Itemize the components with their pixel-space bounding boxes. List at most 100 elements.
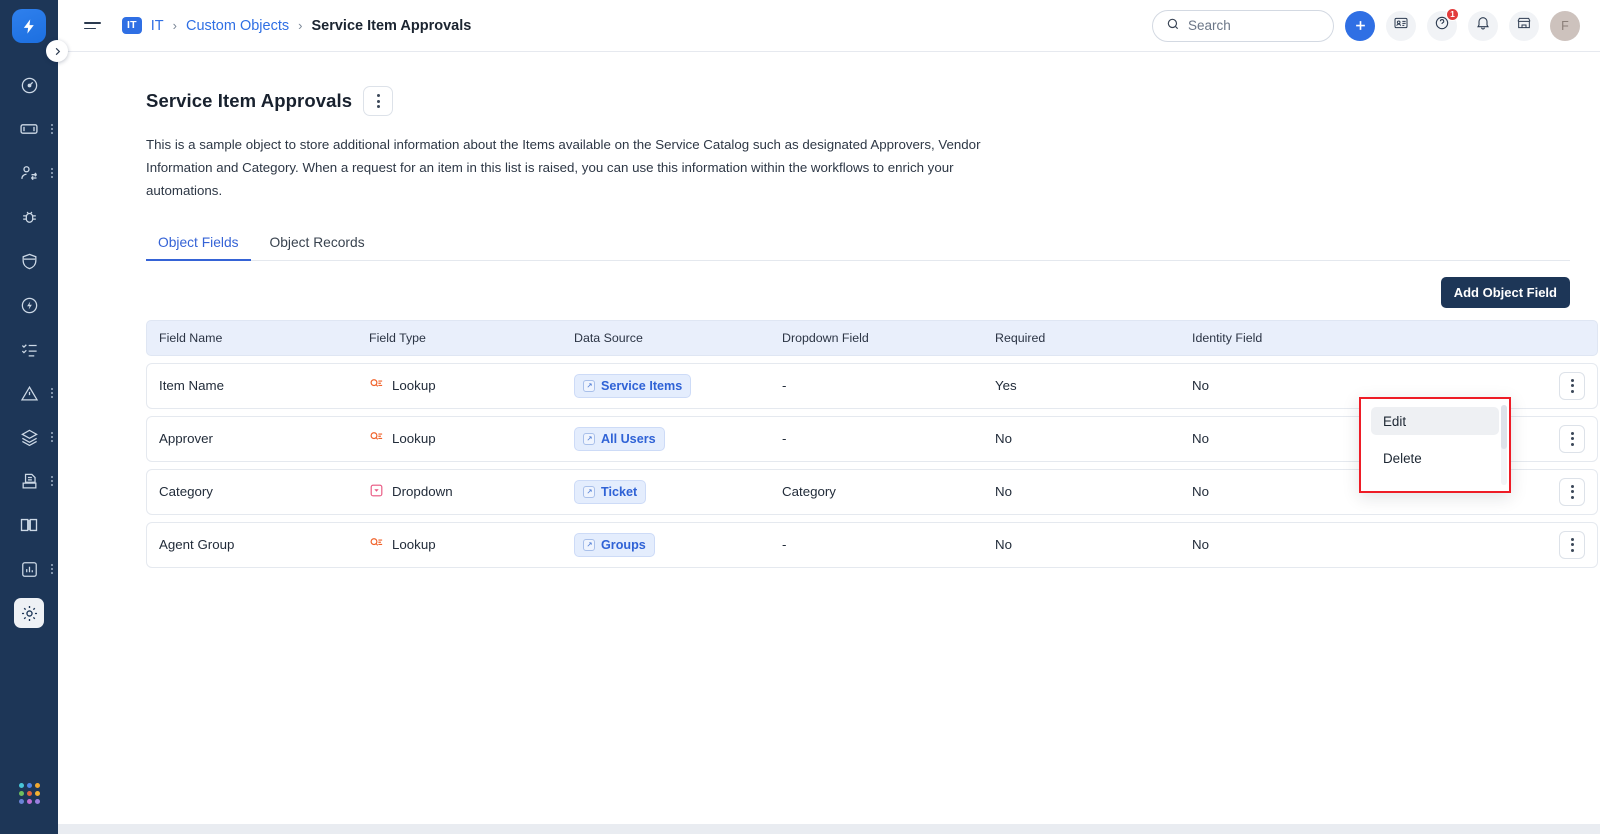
link-icon: [583, 432, 595, 445]
data-source-label: All Users: [601, 431, 656, 446]
data-source-chip[interactable]: Groups: [574, 532, 655, 557]
cell-field-type: Lookup: [369, 536, 574, 554]
row-more-button[interactable]: [1559, 424, 1585, 453]
data-source-label: Groups: [601, 537, 646, 552]
link-icon: [583, 538, 595, 551]
sidebar-item-dashboard[interactable]: [0, 63, 58, 107]
column-header-field-type: Field Type: [369, 330, 426, 345]
breadcrumb-current: Service Item Approvals: [311, 17, 472, 34]
data-source-chip[interactable]: Service Items: [574, 373, 692, 398]
context-menu-scrollbar[interactable]: [1501, 405, 1507, 485]
shield-icon: [14, 246, 44, 276]
cell-field-name: Approver: [159, 431, 213, 447]
tab-object-fields[interactable]: Object Fields: [146, 228, 251, 261]
page-title-row: Service Item Approvals: [146, 86, 1570, 116]
breadcrumb-parent[interactable]: Custom Objects: [186, 18, 289, 34]
checklist-icon: [14, 334, 44, 364]
row-more-button[interactable]: [1559, 371, 1585, 400]
breadcrumb-separator-2: ›: [298, 18, 303, 33]
submenu-dots[interactable]: [51, 476, 53, 486]
cell-field-type: Dropdown: [369, 483, 574, 501]
sidebar-item-customers[interactable]: [0, 151, 58, 195]
sidebar-item-tasks[interactable]: [0, 327, 58, 371]
row-more-button[interactable]: [1559, 477, 1585, 506]
cell-identity-field: No: [1192, 378, 1209, 394]
context-menu-item-edit[interactable]: Edit: [1371, 407, 1499, 435]
marketplace-button[interactable]: [1509, 10, 1539, 41]
hamburger-menu-icon[interactable]: [84, 15, 106, 37]
sidebar-item-contracts[interactable]: [0, 459, 58, 503]
field-type-label: Lookup: [392, 378, 436, 394]
help-button[interactable]: 1: [1427, 7, 1459, 41]
submenu-dots[interactable]: [51, 124, 53, 134]
table-row[interactable]: Agent Group Lookup Groups - No No: [146, 521, 1598, 568]
tab-object-records[interactable]: Object Records: [258, 228, 377, 261]
lookup-icon: [369, 430, 384, 448]
page-more-button[interactable]: [363, 86, 394, 116]
apps-grid-icon: [18, 783, 40, 804]
add-object-field-button[interactable]: Add Object Field: [1440, 276, 1570, 308]
user-avatar[interactable]: F: [1550, 10, 1580, 41]
sidebar-item-automation[interactable]: [0, 283, 58, 327]
submenu-dots[interactable]: [51, 388, 53, 398]
bell-icon: [1475, 15, 1491, 36]
sidebar-item-alerts[interactable]: [0, 371, 58, 415]
field-type-label: Lookup: [392, 431, 436, 447]
sidebar-item-tickets[interactable]: [0, 107, 58, 151]
data-source-label: Ticket: [601, 484, 638, 499]
page-description: This is a sample object to store additio…: [146, 137, 981, 198]
bolt-circle-icon: [14, 290, 44, 320]
archive-icon: [14, 466, 44, 496]
sidebar-item-solutions[interactable]: [0, 503, 58, 547]
cell-field-type: Lookup: [369, 377, 574, 395]
submenu-dots[interactable]: [51, 168, 53, 178]
search-placeholder: Search: [1188, 18, 1231, 33]
notifications-button[interactable]: [1468, 10, 1498, 41]
bolt-logo-icon[interactable]: [12, 9, 46, 43]
sidebar-item-admin[interactable]: [0, 591, 58, 635]
store-icon: [1516, 15, 1532, 36]
cell-data-source: Service Items: [574, 373, 782, 398]
chart-icon: [14, 554, 44, 584]
field-type-label: Lookup: [392, 537, 436, 553]
data-source-label: Service Items: [601, 378, 683, 393]
sidebar-item-releases[interactable]: [0, 415, 58, 459]
cell-actions: [1482, 371, 1585, 400]
cell-identity-field: No: [1192, 537, 1209, 553]
workspace-badge[interactable]: IT: [122, 17, 142, 34]
cell-data-source: Groups: [574, 532, 782, 557]
cell-data-source: All Users: [574, 426, 782, 451]
sidebar-item-problems[interactable]: [0, 195, 58, 239]
sidebar-item-analytics[interactable]: [0, 547, 58, 591]
contacts-button[interactable]: [1386, 10, 1416, 41]
sidebar-expand-button[interactable]: [46, 40, 68, 62]
cell-required: No: [995, 484, 1012, 500]
data-source-chip[interactable]: All Users: [574, 426, 665, 451]
search-input[interactable]: Search: [1152, 9, 1334, 42]
breadcrumb-separator-1: ›: [172, 18, 177, 33]
data-source-chip[interactable]: Ticket: [574, 479, 647, 504]
field-type-label: Dropdown: [392, 484, 453, 500]
apps-launcher[interactable]: [0, 783, 58, 804]
add-button[interactable]: [1345, 10, 1375, 41]
layers-icon: [14, 422, 44, 452]
left-sidebar: [0, 0, 58, 834]
main-column: IT IT › Custom Objects › Service Item Ap…: [58, 0, 1600, 834]
context-menu-item-delete[interactable]: Delete: [1371, 444, 1499, 472]
table-header-row: Field Name Field Type Data Source Dropdo…: [146, 319, 1598, 356]
column-header-field-name: Field Name: [159, 330, 223, 345]
cell-field-type: Lookup: [369, 430, 574, 448]
column-header-identity-field: Identity Field: [1192, 330, 1263, 345]
cell-data-source: Ticket: [574, 479, 782, 504]
tab-bar: Object Fields Object Records: [146, 228, 1570, 261]
sidebar-item-assets[interactable]: [0, 239, 58, 283]
link-icon: [583, 379, 595, 392]
search-icon: [1166, 17, 1180, 34]
breadcrumb-workspace[interactable]: IT: [151, 18, 164, 34]
row-more-button[interactable]: [1559, 530, 1585, 559]
submenu-dots[interactable]: [51, 432, 53, 442]
page-content: Service Item Approvals This is a sample …: [58, 52, 1600, 834]
page-bottom-edge: [58, 824, 1600, 834]
submenu-dots[interactable]: [51, 564, 53, 574]
cell-required: No: [995, 431, 1012, 447]
